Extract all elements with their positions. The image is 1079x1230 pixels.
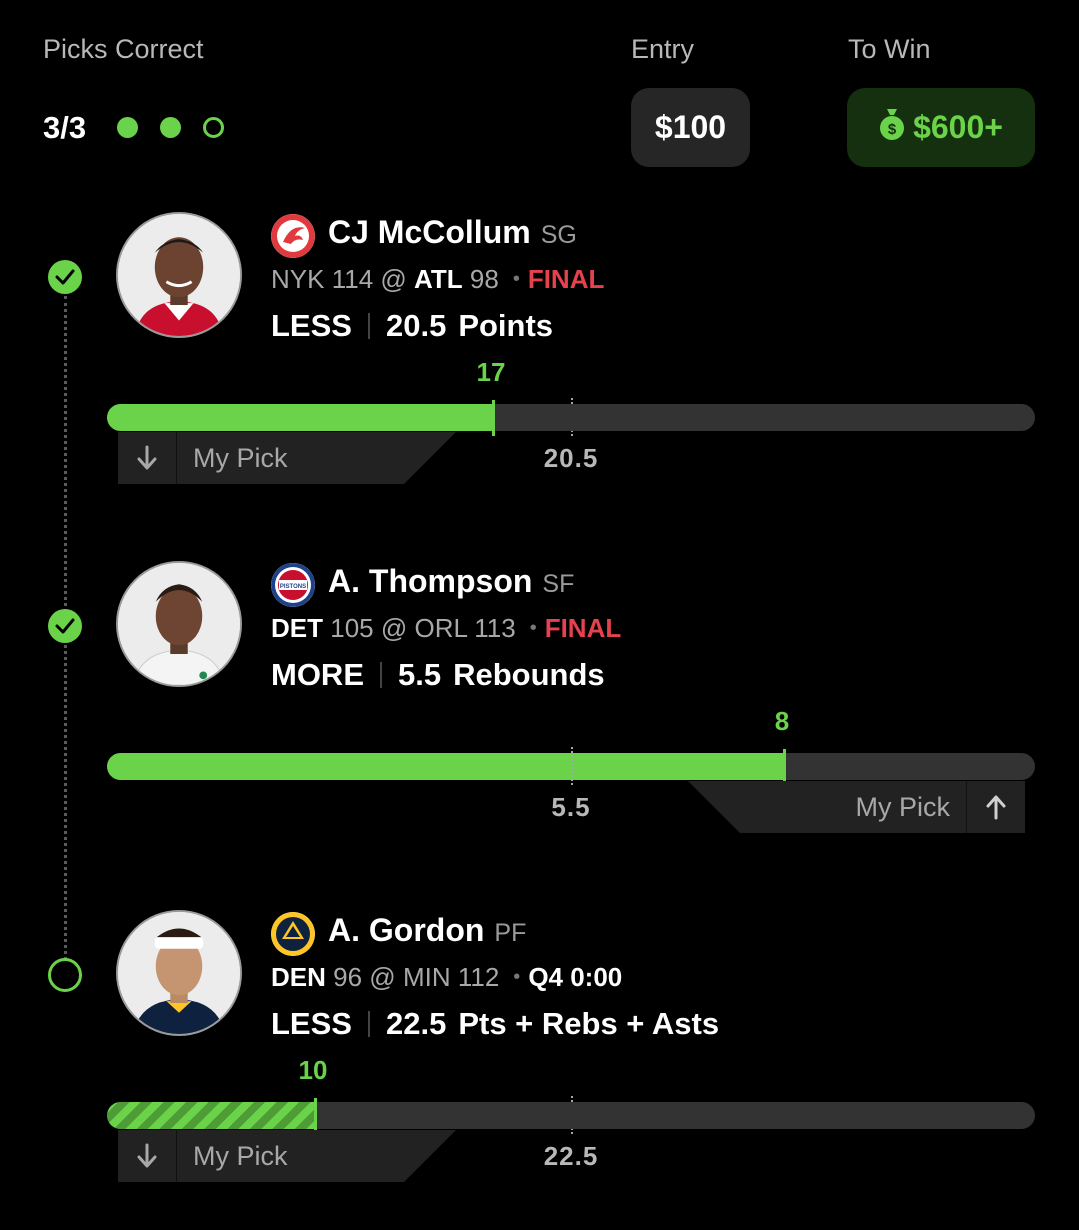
line-value: 20.5 — [385, 308, 447, 343]
current-marker — [492, 400, 495, 436]
line-label: 22.5 — [543, 1141, 599, 1171]
progress-track — [107, 404, 1035, 431]
nuggets-logo — [271, 912, 315, 956]
game-score: NYK 114 @ ATL 98 • FINAL — [271, 264, 605, 294]
progress-dot-1 — [117, 117, 138, 138]
entry-amount: $100 — [631, 88, 750, 167]
current-value: 17 — [476, 357, 506, 387]
line-tick — [571, 747, 573, 785]
current-marker — [783, 749, 786, 785]
arrow-up-icon — [966, 781, 1025, 833]
arrow-down-icon — [118, 432, 177, 484]
player-name: A. Gordon PF — [328, 912, 527, 948]
my-pick-tab: My Pick — [688, 781, 1025, 833]
picks-correct-label: Picks Correct — [43, 34, 204, 64]
player-position: PF — [494, 919, 527, 947]
player-avatar — [116, 212, 242, 338]
current-marker — [314, 1098, 317, 1134]
player-name: A. Thompson SF — [328, 563, 575, 599]
game-score: DEN 96 @ MIN 112 • Q4 0:00 — [271, 962, 623, 992]
pick-direction: LESS — [271, 308, 352, 343]
current-value: 10 — [298, 1055, 328, 1085]
game-status: Q4 0:00 — [528, 962, 623, 992]
pick-line: LESS 22.5 Pts + Rebs + Asts — [271, 1006, 719, 1042]
stat-type: Points — [458, 308, 554, 343]
game-score: DET 105 @ ORL 113 • FINAL — [271, 613, 622, 643]
current-value: 8 — [774, 706, 790, 736]
stat-type: Rebounds — [453, 657, 605, 692]
pick-line: MORE 5.5 Rebounds — [271, 657, 605, 693]
line-label: 20.5 — [543, 443, 599, 473]
player-name: CJ McCollum SG — [328, 214, 577, 250]
my-pick-tab: My Pick — [118, 432, 456, 484]
picks-count: 3/3 — [43, 110, 87, 145]
progress-dot-2 — [160, 117, 181, 138]
pick-direction: MORE — [271, 657, 364, 692]
progress-fill — [107, 404, 494, 431]
pick-card[interactable]: PISTONS A. Thompson SF DET 105 @ ORL 113 •… — [0, 561, 1079, 881]
progress-fill — [107, 753, 784, 780]
player-position: SG — [540, 221, 577, 249]
game-status: FINAL — [527, 264, 605, 294]
progress-fill — [107, 1102, 316, 1129]
svg-text:PISTONS: PISTONS — [280, 584, 306, 590]
hawks-logo — [271, 214, 315, 258]
to-win-label: To Win — [848, 34, 931, 64]
progress-track — [107, 1102, 1035, 1129]
to-win-pill: $ $600+ — [847, 88, 1035, 167]
pick-card[interactable]: A. Gordon PF DEN 96 @ MIN 112 • Q4 0:00 LES… — [0, 910, 1079, 1230]
line-value: 22.5 — [385, 1006, 447, 1041]
game-status: FINAL — [544, 613, 622, 643]
arrow-down-icon — [118, 1130, 177, 1182]
progress-dot-3 — [203, 117, 224, 138]
player-avatar — [116, 561, 242, 687]
pick-card[interactable]: CJ McCollum SG NYK 114 @ ATL 98 • FINAL LES… — [0, 212, 1079, 532]
svg-text:$: $ — [888, 121, 897, 138]
line-label: 5.5 — [551, 792, 591, 822]
pick-line: LESS 20.5 Points — [271, 308, 553, 344]
player-avatar — [116, 910, 242, 1036]
entry-label: Entry — [631, 34, 695, 64]
line-value: 5.5 — [398, 657, 442, 692]
money-bag-icon: $ — [879, 107, 905, 149]
stat-type: Pts + Rebs + Asts — [458, 1006, 720, 1041]
player-position: SF — [542, 570, 575, 598]
my-pick-tab: My Pick — [118, 1130, 456, 1182]
pick-direction: LESS — [271, 1006, 352, 1041]
pistons-logo: PISTONS — [271, 563, 315, 607]
to-win-amount: $600+ — [913, 109, 1003, 145]
